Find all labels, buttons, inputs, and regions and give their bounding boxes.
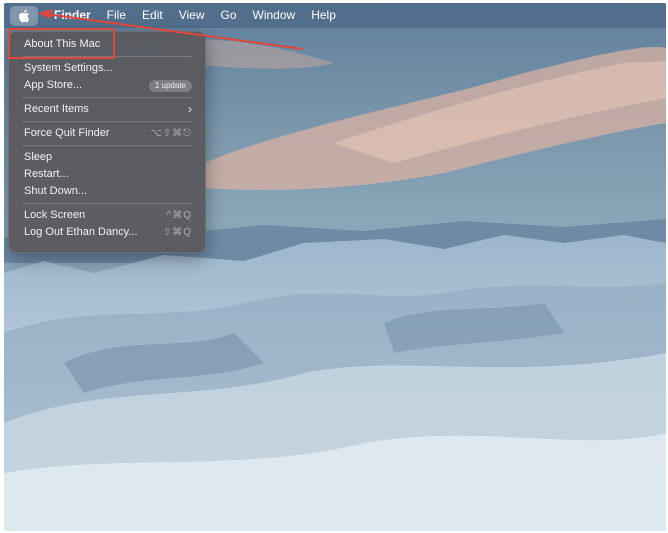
menubar-help[interactable]: Help (303, 3, 344, 28)
menu-item-shut-down[interactable]: Shut Down... (14, 183, 200, 200)
apple-dropdown-menu: About This Mac System Settings... App St… (8, 31, 206, 253)
menu-item-label: Sleep (24, 151, 53, 163)
menu-item-restart[interactable]: Restart... (14, 166, 200, 183)
apple-logo-icon (19, 9, 30, 22)
menu-bar: Finder File Edit View Go Window Help (4, 3, 666, 28)
menu-item-lock-screen[interactable]: Lock Screen ^⌘Q (14, 207, 200, 224)
desktop-screen: Finder File Edit View Go Window Help Abo… (4, 3, 666, 531)
menu-item-app-store[interactable]: App Store... 1 update (14, 77, 200, 94)
menu-item-force-quit[interactable]: Force Quit Finder ⌥⇧⌘⎋ (14, 125, 200, 142)
menu-item-label: Force Quit Finder (24, 127, 110, 139)
menubar-view[interactable]: View (171, 3, 213, 28)
menu-item-log-out[interactable]: Log Out Ethan Dancy... ⇧⌘Q (14, 224, 200, 241)
menu-item-sleep[interactable]: Sleep (14, 149, 200, 166)
menu-item-label: Recent Items (24, 103, 89, 115)
menu-item-label: Lock Screen (24, 209, 86, 221)
menu-separator (22, 121, 192, 122)
menu-item-system-settings[interactable]: System Settings... (14, 60, 200, 77)
menubar-finder[interactable]: Finder (46, 3, 99, 28)
menubar-go[interactable]: Go (213, 3, 245, 28)
menu-item-label: Restart... (24, 168, 69, 180)
chevron-right-icon: › (188, 102, 192, 116)
shortcut-hint: ^⌘Q (166, 210, 192, 221)
menu-separator (22, 97, 192, 98)
menubar-file[interactable]: File (99, 3, 134, 28)
menu-separator (22, 145, 192, 146)
menu-item-recent-items[interactable]: Recent Items › (14, 101, 200, 118)
update-badge: 1 update (148, 79, 192, 92)
menu-item-label: System Settings... (24, 62, 113, 74)
menu-separator (22, 203, 192, 204)
shortcut-hint: ⌥⇧⌘⎋ (150, 128, 192, 139)
menu-item-label: App Store... (24, 79, 83, 91)
menubar-window[interactable]: Window (245, 3, 304, 28)
shortcut-hint: ⇧⌘Q (162, 227, 192, 238)
apple-menu-button[interactable] (10, 5, 38, 26)
menu-item-label: Log Out Ethan Dancy... (24, 226, 138, 238)
annotation-highlight-box (8, 28, 115, 59)
menubar-edit[interactable]: Edit (134, 3, 171, 28)
menu-item-label: Shut Down... (24, 185, 87, 197)
